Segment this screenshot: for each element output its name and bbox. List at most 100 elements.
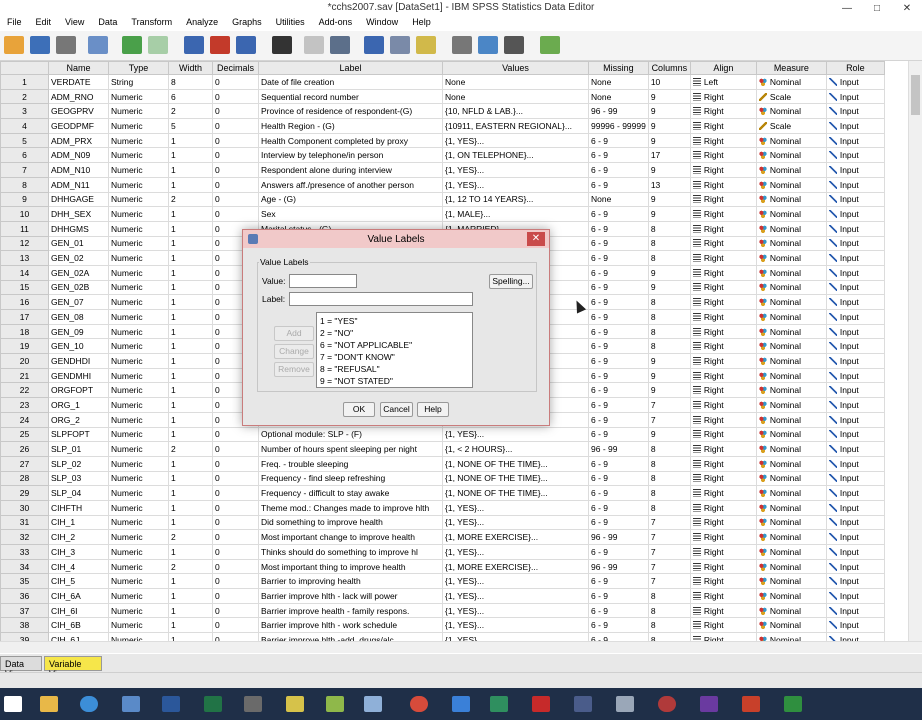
- cancel-button[interactable]: Cancel: [380, 402, 413, 417]
- cell-role[interactable]: Input: [825, 544, 885, 560]
- cell-role[interactable]: Input: [825, 397, 885, 413]
- cell-role[interactable]: Input: [825, 176, 885, 193]
- cell-label[interactable]: Sequential record number: [258, 88, 443, 105]
- cell-type[interactable]: Numeric: [108, 88, 169, 105]
- cell-missing[interactable]: 6 - 9: [588, 426, 649, 443]
- cell-columns[interactable]: 8: [647, 220, 691, 237]
- cell-name[interactable]: DHHGMS: [48, 220, 109, 237]
- cell-values[interactable]: {1, 12 TO 14 YEARS}...: [442, 191, 589, 208]
- cell-columns[interactable]: 8: [647, 632, 691, 641]
- cell-columns[interactable]: 7: [647, 573, 691, 590]
- cell-role[interactable]: Input: [825, 147, 885, 164]
- cell-label[interactable]: Theme mod.: Changes made to improve hlth: [258, 499, 443, 516]
- cell-label[interactable]: Age - (G): [258, 191, 443, 208]
- cell-role[interactable]: Input: [825, 220, 885, 237]
- cell-label[interactable]: Did something to improve health: [258, 514, 443, 531]
- cell-role[interactable]: Input: [825, 103, 885, 120]
- cell-role[interactable]: Input: [825, 485, 885, 501]
- cell-width[interactable]: 2: [168, 103, 213, 120]
- cell-measure[interactable]: Nominal: [755, 176, 827, 193]
- cell-columns[interactable]: 9: [647, 162, 691, 178]
- cell-decimals[interactable]: 0: [212, 485, 259, 501]
- cell-name[interactable]: GEN_09: [48, 323, 109, 340]
- cell-columns[interactable]: 7: [647, 558, 691, 575]
- cell-decimals[interactable]: 0: [212, 103, 259, 120]
- cell-type[interactable]: Numeric: [108, 353, 169, 369]
- cell-measure[interactable]: Nominal: [755, 309, 827, 325]
- cell-align[interactable]: Right: [689, 264, 757, 281]
- menu-file[interactable]: File: [0, 16, 29, 30]
- app-icon[interactable]: [326, 696, 344, 712]
- file-explorer-icon[interactable]: [40, 696, 58, 712]
- menu-utilities[interactable]: Utilities: [269, 16, 312, 30]
- cell-role[interactable]: Input: [825, 470, 885, 487]
- dialog-close-icon[interactable]: ✕: [527, 232, 545, 246]
- cell-label[interactable]: Barrier improve hlth -add. drugs/alc.: [258, 632, 443, 641]
- cell-label[interactable]: Optional module: SLP - (F): [258, 426, 443, 443]
- cell-label[interactable]: Thinks should do something to improve hl: [258, 544, 443, 560]
- cell-decimals[interactable]: 0: [212, 162, 259, 178]
- value-labels-icon[interactable]: [452, 36, 472, 54]
- menu-window[interactable]: Window: [359, 16, 405, 30]
- cell-missing[interactable]: 96 - 99: [588, 529, 649, 545]
- cell-width[interactable]: 2: [168, 441, 213, 457]
- cell-missing[interactable]: 6 - 9: [588, 397, 649, 413]
- cell-width[interactable]: 1: [168, 514, 213, 531]
- cell-columns[interactable]: 8: [647, 588, 691, 604]
- maximize-icon[interactable]: □: [862, 0, 892, 16]
- column-header-align[interactable]: Align: [689, 61, 757, 75]
- cell-role[interactable]: Input: [825, 588, 885, 604]
- cell-width[interactable]: 1: [168, 206, 213, 222]
- cell-width[interactable]: 2: [168, 529, 213, 545]
- cell-columns[interactable]: 9: [647, 103, 691, 120]
- cell-align[interactable]: Right: [689, 147, 757, 164]
- cell-measure[interactable]: Nominal: [755, 529, 827, 545]
- cell-values[interactable]: {1, YES}...: [442, 176, 589, 193]
- cell-role[interactable]: Input: [825, 426, 885, 443]
- cell-name[interactable]: CIH_6J: [48, 632, 109, 641]
- cell-columns[interactable]: 8: [647, 294, 691, 310]
- cell-measure[interactable]: Nominal: [755, 617, 827, 634]
- cell-decimals[interactable]: 0: [212, 118, 259, 134]
- add-button[interactable]: Add: [274, 326, 314, 341]
- cell-missing[interactable]: 6 - 9: [588, 353, 649, 369]
- cell-columns[interactable]: 8: [647, 455, 691, 472]
- cell-align[interactable]: Right: [689, 602, 757, 619]
- cell-columns[interactable]: 17: [647, 147, 691, 164]
- cell-name[interactable]: CIH_6B: [48, 617, 109, 634]
- cell-width[interactable]: 1: [168, 470, 213, 487]
- cell-role[interactable]: Input: [825, 411, 885, 428]
- change-button[interactable]: Change: [274, 344, 314, 359]
- cell-measure[interactable]: Nominal: [755, 353, 827, 369]
- cell-measure[interactable]: Nominal: [755, 367, 827, 384]
- cell-align[interactable]: Right: [689, 132, 757, 149]
- cell-label[interactable]: Frequency - difficult to stay awake: [258, 485, 443, 501]
- cell-columns[interactable]: 8: [647, 602, 691, 619]
- cell-missing[interactable]: 6 - 9: [588, 338, 649, 355]
- column-header-type[interactable]: Type: [108, 61, 169, 75]
- cell-decimals[interactable]: 0: [212, 573, 259, 590]
- cell-decimals[interactable]: 0: [212, 558, 259, 575]
- cell-name[interactable]: ORG_2: [48, 411, 109, 428]
- cell-missing[interactable]: 6 - 9: [588, 176, 649, 193]
- cell-columns[interactable]: 8: [647, 323, 691, 340]
- menu-data[interactable]: Data: [91, 16, 124, 30]
- cell-name[interactable]: GEODPMF: [48, 118, 109, 134]
- cell-missing[interactable]: 6 - 9: [588, 309, 649, 325]
- save-icon[interactable]: [30, 36, 50, 54]
- cell-values[interactable]: {1, NONE OF THE TIME}...: [442, 470, 589, 487]
- cell-missing[interactable]: 6 - 9: [588, 588, 649, 604]
- cell-columns[interactable]: 13: [647, 176, 691, 193]
- cell-missing[interactable]: 6 - 9: [588, 411, 649, 428]
- cell-width[interactable]: 2: [168, 191, 213, 208]
- cell-missing[interactable]: 96 - 99: [588, 103, 649, 120]
- cell-name[interactable]: GEN_07: [48, 294, 109, 310]
- cell-name[interactable]: GENDMHI: [48, 367, 109, 384]
- cell-columns[interactable]: 8: [647, 309, 691, 325]
- cell-values[interactable]: {1, MORE EXERCISE}...: [442, 558, 589, 575]
- cell-decimals[interactable]: 0: [212, 88, 259, 105]
- cell-measure[interactable]: Nominal: [755, 544, 827, 560]
- recall-dialog-icon[interactable]: [88, 36, 108, 54]
- cell-values[interactable]: {1, MORE EXERCISE}...: [442, 529, 589, 545]
- cell-decimals[interactable]: 0: [212, 470, 259, 487]
